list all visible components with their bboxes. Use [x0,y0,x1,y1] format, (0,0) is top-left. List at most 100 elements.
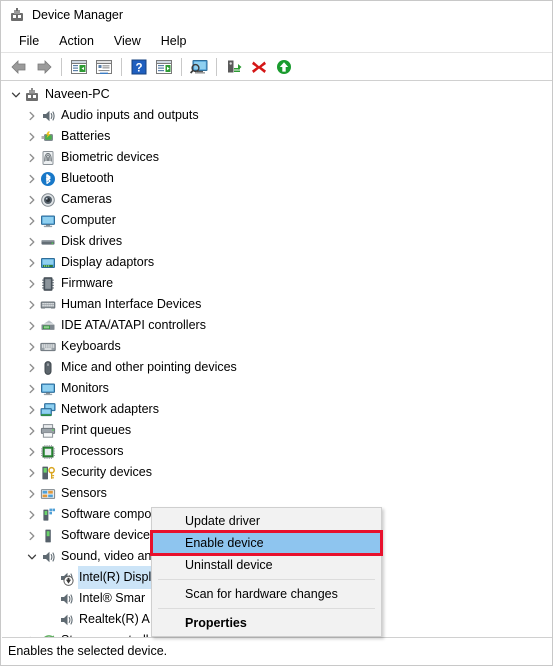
battery-icon [40,129,56,145]
separator-3 [181,57,182,76]
menu-help[interactable]: Help [151,31,197,51]
tree-item[interactable]: Print queues [2,420,552,441]
tree-item-label: Keyboards [61,339,121,353]
context-menu-uninstall-device[interactable]: Uninstall device [152,554,381,576]
context-menu-properties[interactable]: Properties [152,612,381,634]
menu-action[interactable]: Action [49,31,104,51]
tree-item-label: Realtek(R) A [79,612,150,626]
tree-item-label: Intel® Smar [79,591,146,605]
tree-item[interactable]: Monitors [2,378,552,399]
titlebar: Device Manager [1,1,552,29]
monitor-icon [40,381,56,397]
context-menu-enable-device[interactable]: Enable device [150,530,383,556]
context-menu-separator-2 [158,608,375,609]
processor-icon [40,444,56,460]
chevron-right-icon[interactable] [24,462,40,483]
tree-item[interactable]: Disk drives [2,231,552,252]
camera-icon [40,192,56,208]
chevron-right-icon[interactable] [24,231,40,252]
show-hide-console-tree-button[interactable] [67,55,91,79]
tree-item-label: IDE ATA/ATAPI controllers [61,318,206,332]
tree-item[interactable]: Keyboards [2,336,552,357]
context-menu-update-driver[interactable]: Update driver [152,510,381,532]
context-menu-scan-for-hardware-changes[interactable]: Scan for hardware changes [152,583,381,605]
chevron-down-icon[interactable] [8,84,24,105]
tree-item[interactable]: Computer [2,210,552,231]
tree-item[interactable]: Cameras [2,189,552,210]
tree-item-label: Audio inputs and outputs [61,108,199,122]
tree-item[interactable]: Display adaptors [2,252,552,273]
properties-window-icon [96,59,112,74]
menu-file[interactable]: File [9,31,49,51]
fingerprint-icon [40,150,56,166]
bluetooth-icon [40,171,56,187]
monitor-icon [40,213,56,229]
chevron-right-icon[interactable] [24,357,40,378]
chevron-right-icon[interactable] [24,420,40,441]
chevron-right-icon[interactable] [24,126,40,147]
chevron-right-icon[interactable] [24,210,40,231]
chevron-right-icon[interactable] [24,504,40,525]
chevron-right-icon[interactable] [24,441,40,462]
chevron-right-icon[interactable] [24,252,40,273]
context-menu-item-label: Scan for hardware changes [185,587,338,601]
chevron-right-icon[interactable] [24,294,40,315]
tree-item-label: Mice and other pointing devices [61,360,237,374]
tree-item[interactable]: Biometric devices [2,147,552,168]
context-menu-separator-1 [158,579,375,580]
forward-button[interactable] [32,55,56,79]
tree-item[interactable]: Sensors [2,483,552,504]
chevron-right-icon[interactable] [24,315,40,336]
tree-item-label: Monitors [61,381,109,395]
forward-arrow-icon [37,59,52,74]
statusbar: Enables the selected device. [2,637,552,664]
tree-item[interactable]: Human Interface Devices [2,294,552,315]
disk-drive-icon [40,234,56,250]
chevron-right-icon[interactable] [24,105,40,126]
tree-item[interactable]: Mice and other pointing devices [2,357,552,378]
menu-view[interactable]: View [104,31,151,51]
scan-hardware-icon [189,59,208,74]
firmware-chip-icon [40,276,56,292]
separator-1 [61,57,62,76]
tree-item-label: Print queues [61,423,132,437]
chevron-down-icon[interactable] [24,546,40,567]
enable-device-button[interactable] [272,55,296,79]
tree-item-label: Software devices [61,528,157,542]
security-key-icon [40,465,56,481]
tree-item-label: Biometric devices [61,150,159,164]
chevron-right-icon[interactable] [24,336,40,357]
update-driver-button[interactable] [152,55,176,79]
scan-for-hardware-changes-button[interactable] [187,55,211,79]
tree-item[interactable]: IDE ATA/ATAPI controllers [2,315,552,336]
chevron-right-icon[interactable] [24,525,40,546]
tree-item[interactable]: Security devices [2,462,552,483]
chevron-right-icon[interactable] [24,273,40,294]
tree-item[interactable]: Network adapters [2,399,552,420]
svg-text:?: ? [135,62,142,74]
properties-button[interactable] [92,55,116,79]
disable-device-button[interactable] [222,55,246,79]
tree-item[interactable]: Firmware [2,273,552,294]
back-button[interactable] [7,55,31,79]
chevron-right-icon[interactable] [24,189,40,210]
tree-item-label: Processors [61,444,124,458]
chevron-right-icon[interactable] [24,378,40,399]
uninstall-device-button[interactable] [247,55,271,79]
chevron-right-icon[interactable] [24,147,40,168]
help-button[interactable]: ? [127,55,151,79]
tree-item[interactable]: Processors [2,441,552,462]
context-menu: Update driver Enable device Uninstall devi… [150,507,383,637]
software-component-icon [40,507,56,523]
tree-item-label: Network adapters [61,402,159,416]
tree-item[interactable]: Batteries [2,126,552,147]
disabled-speaker-icon [58,570,74,586]
chevron-right-icon[interactable] [24,399,40,420]
chevron-right-icon[interactable] [24,168,40,189]
chevron-right-icon[interactable] [24,483,40,504]
tree-item[interactable]: Naveen-PC [2,84,552,105]
tree-item-label: Sensors [61,486,107,500]
tree-item[interactable]: Audio inputs and outputs [2,105,552,126]
tree-item[interactable]: Bluetooth [2,168,552,189]
tree-item-label: Display adaptors [61,255,155,269]
